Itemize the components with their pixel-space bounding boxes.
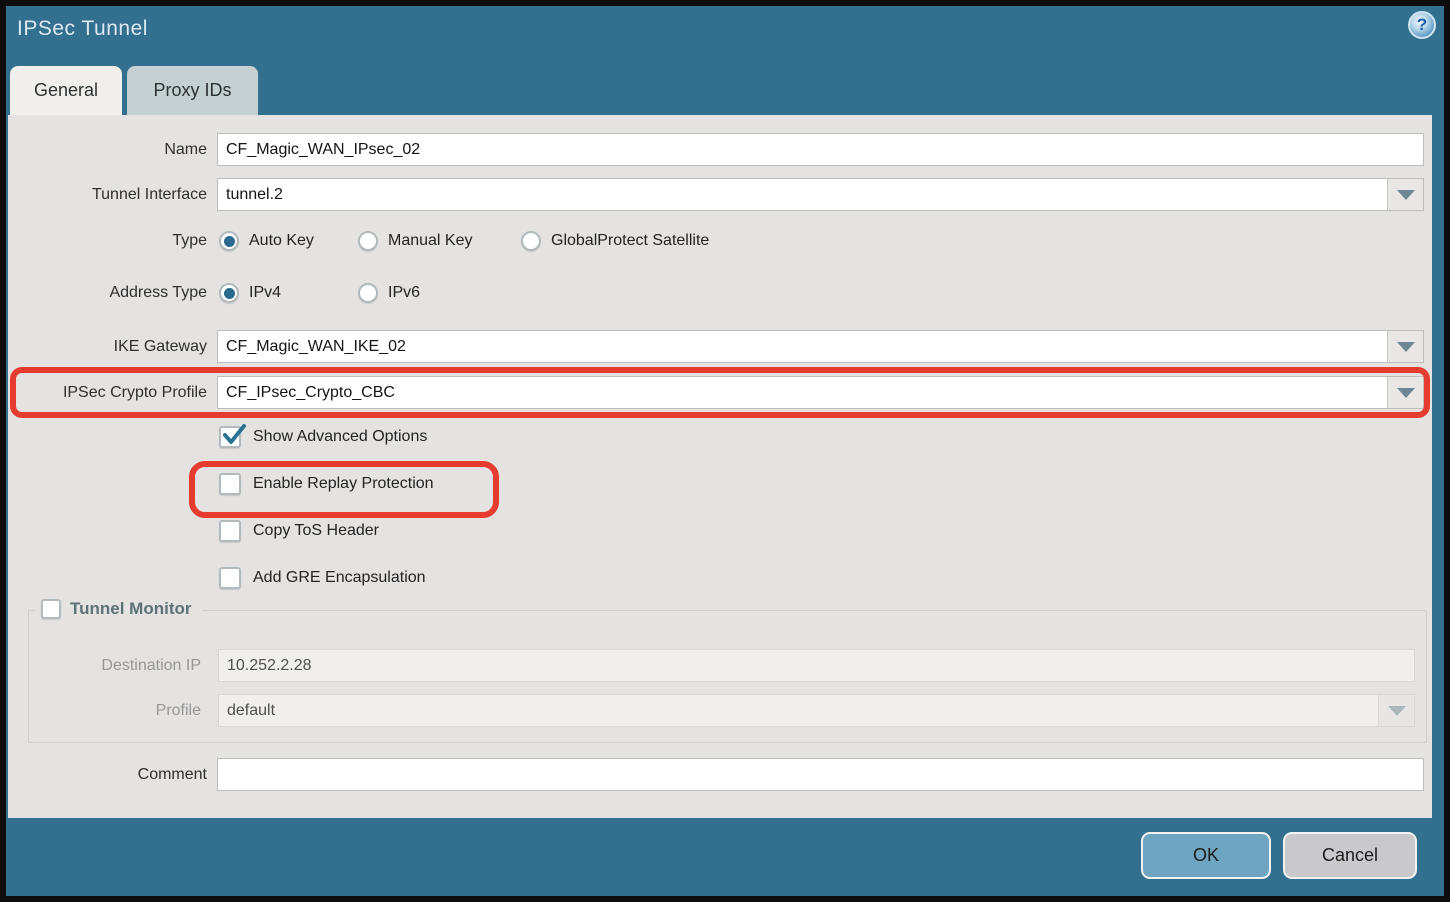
- tab-proxy-ids[interactable]: Proxy IDs: [127, 66, 258, 115]
- ike-gateway-field-wrap: [217, 330, 1424, 363]
- name-input[interactable]: [218, 134, 1423, 165]
- tab-general-label: General: [34, 80, 98, 101]
- profile-field-wrap: [218, 694, 1415, 727]
- address-type-radio-ipv4[interactable]: IPv4: [219, 283, 281, 303]
- address-type-radio-ipv6[interactable]: IPv6: [358, 283, 420, 303]
- chevron-down-icon: [1397, 388, 1415, 398]
- destination-ip-label: Destination IP: [29, 649, 201, 682]
- radio-icon: [521, 231, 541, 251]
- tunnel-monitor-checkbox[interactable]: Tunnel Monitor: [35, 599, 202, 619]
- ipsec-crypto-profile-dropdown-button[interactable]: [1387, 377, 1423, 408]
- tunnel-interface-field-wrap: [217, 178, 1424, 211]
- profile-input: [219, 695, 1378, 726]
- comment-field-wrap: [217, 758, 1424, 791]
- tab-general[interactable]: General: [10, 66, 122, 115]
- checkbox-icon: [219, 520, 241, 542]
- name-field-wrap: [217, 133, 1424, 166]
- ike-gateway-label: IKE Gateway: [8, 330, 207, 363]
- ipsec-crypto-profile-field-wrap: [217, 376, 1424, 409]
- checkbox-icon: [219, 473, 241, 495]
- radio-icon: [219, 231, 239, 251]
- radio-icon: [358, 231, 378, 251]
- ok-button-label: OK: [1193, 845, 1219, 866]
- checkbox-enable-replay-protection[interactable]: Enable Replay Protection: [219, 473, 434, 495]
- type-radio-manual-key[interactable]: Manual Key: [358, 231, 473, 251]
- address-type-ipv6-label: IPv6: [388, 284, 420, 302]
- profile-dropdown-button: [1378, 695, 1414, 726]
- comment-label: Comment: [8, 758, 207, 791]
- destination-ip-input: [219, 650, 1414, 681]
- type-radio-globalprotect-satellite[interactable]: GlobalProtect Satellite: [521, 231, 709, 251]
- tunnel-interface-dropdown-button[interactable]: [1387, 179, 1423, 210]
- tunnel-monitor-section: Tunnel Monitor Destination IP Profile: [28, 610, 1427, 743]
- tab-proxy-ids-label: Proxy IDs: [153, 80, 231, 101]
- type-globalprotect-satellite-label: GlobalProtect Satellite: [551, 232, 709, 250]
- ipsec-tunnel-dialog: IPSec Tunnel ? General Proxy IDs Name Tu…: [0, 0, 1450, 902]
- cancel-button[interactable]: Cancel: [1283, 832, 1417, 879]
- ipsec-crypto-profile-input[interactable]: [218, 377, 1387, 408]
- chevron-down-icon: [1397, 342, 1415, 352]
- add-gre-encapsulation-label: Add GRE Encapsulation: [253, 569, 426, 587]
- type-auto-key-label: Auto Key: [249, 232, 314, 250]
- checkbox-add-gre-encapsulation[interactable]: Add GRE Encapsulation: [219, 567, 426, 589]
- checkbox-show-advanced-options[interactable]: Show Advanced Options: [219, 426, 427, 448]
- type-radio-auto-key[interactable]: Auto Key: [219, 231, 314, 251]
- general-tab-panel: Name Tunnel Interface Type Auto Key Manu…: [8, 115, 1432, 818]
- comment-input[interactable]: [218, 759, 1423, 790]
- enable-replay-protection-label: Enable Replay Protection: [253, 475, 434, 493]
- help-icon[interactable]: ?: [1408, 11, 1436, 39]
- ike-gateway-dropdown-button[interactable]: [1387, 331, 1423, 362]
- tunnel-interface-label: Tunnel Interface: [8, 178, 207, 211]
- dialog-title: IPSec Tunnel: [17, 17, 148, 41]
- type-label: Type: [8, 227, 207, 255]
- checkbox-icon: [219, 567, 241, 589]
- type-manual-key-label: Manual Key: [388, 232, 473, 250]
- tunnel-monitor-label: Tunnel Monitor: [70, 599, 192, 619]
- ipsec-crypto-profile-label: IPSec Crypto Profile: [8, 376, 207, 409]
- ike-gateway-input[interactable]: [218, 331, 1387, 362]
- checkbox-icon: [41, 599, 61, 619]
- checkbox-icon: [219, 426, 241, 448]
- checkbox-copy-tos-header[interactable]: Copy ToS Header: [219, 520, 379, 542]
- show-advanced-options-label: Show Advanced Options: [253, 428, 427, 446]
- ok-button[interactable]: OK: [1141, 832, 1271, 879]
- name-label: Name: [8, 133, 207, 166]
- chevron-down-icon: [1388, 706, 1406, 716]
- address-type-ipv4-label: IPv4: [249, 284, 281, 302]
- tunnel-interface-input[interactable]: [218, 179, 1387, 210]
- radio-icon: [358, 283, 378, 303]
- copy-tos-header-label: Copy ToS Header: [253, 522, 379, 540]
- profile-label: Profile: [29, 694, 201, 727]
- destination-ip-field-wrap: [218, 649, 1415, 682]
- cancel-button-label: Cancel: [1322, 845, 1378, 866]
- chevron-down-icon: [1397, 190, 1415, 200]
- address-type-label: Address Type: [8, 279, 207, 307]
- radio-icon: [219, 283, 239, 303]
